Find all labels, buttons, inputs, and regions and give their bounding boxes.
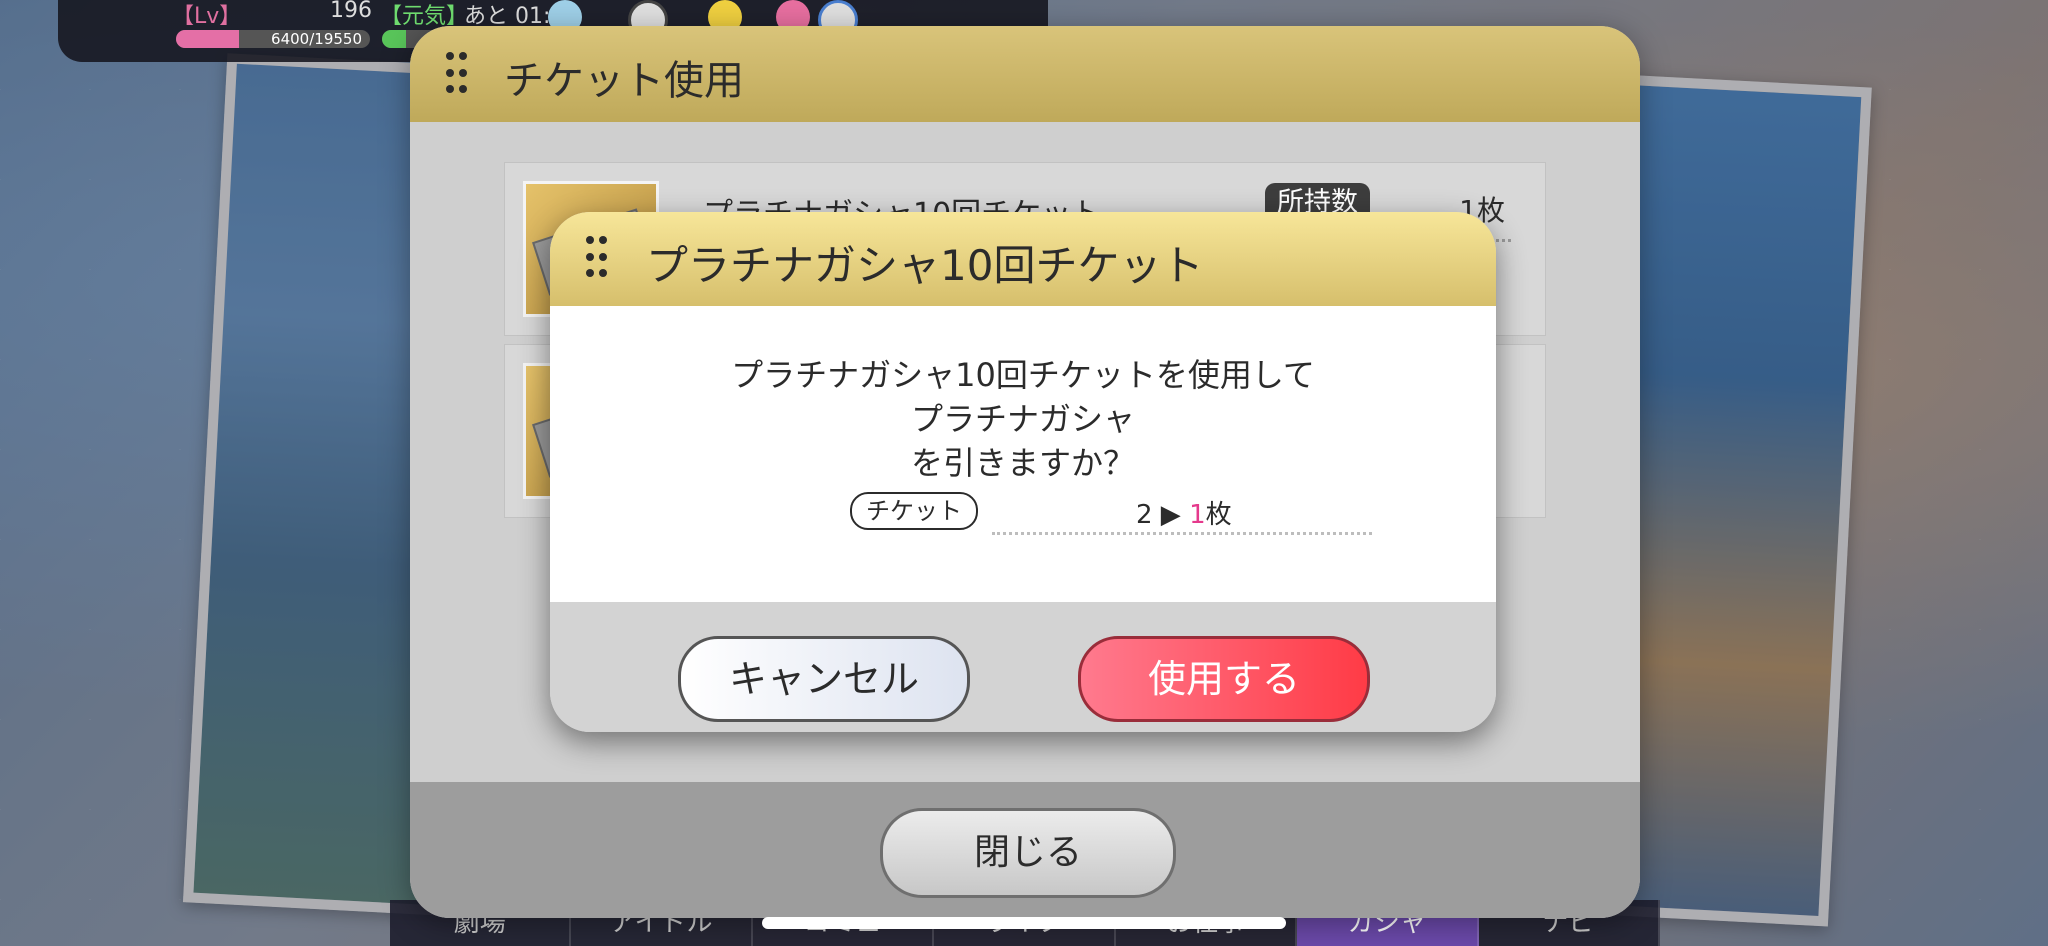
confirm-message-line2: プラチナガシャ: [910, 400, 1135, 438]
exp-text: 6400/19550: [271, 30, 362, 48]
ticket-use-header: チケット使用: [410, 26, 1640, 122]
grip-icon: [586, 236, 608, 282]
home-indicator[interactable]: [762, 917, 1286, 929]
close-button[interactable]: 閉じる: [880, 808, 1176, 898]
stamina-bar-fill: [382, 30, 406, 48]
count-before: 2 ▶: [1136, 500, 1190, 530]
confirm-message-line1: プラチナガシャ10回チケットを使用して: [731, 356, 1315, 394]
confirm-dialog: プラチナガシャ10回チケット プラチナガシャ10回チケットを使用して プラチナガ…: [550, 212, 1496, 732]
confirm-message-line3: を引きますか？: [910, 444, 1135, 482]
grip-icon: [446, 52, 468, 98]
exp-bar: 6400/19550: [176, 30, 370, 48]
ticket-count-change: 2 ▶ 1枚: [1136, 494, 1232, 531]
count-unit: 枚: [1205, 500, 1232, 530]
ticket-use-footer: 閉じる: [410, 782, 1640, 918]
level-value: 196: [330, 0, 372, 23]
confirm-dialog-footer: キャンセル 使用する: [550, 602, 1496, 732]
ticket-use-title: チケット使用: [504, 58, 744, 104]
cancel-button[interactable]: キャンセル: [678, 636, 970, 722]
confirm-dialog-title: プラチナガシャ10回チケット: [646, 241, 1204, 290]
level-label: 【Lv】: [172, 4, 242, 29]
divider: [992, 532, 1372, 535]
confirm-dialog-body: プラチナガシャ10回チケットを使用して プラチナガシャ を引きますか？ チケット…: [550, 306, 1496, 602]
use-button[interactable]: 使用する: [1078, 636, 1370, 722]
count-after: 1: [1189, 500, 1206, 530]
confirm-dialog-header: プラチナガシャ10回チケット: [550, 212, 1496, 306]
ticket-pill: チケット: [850, 492, 978, 530]
